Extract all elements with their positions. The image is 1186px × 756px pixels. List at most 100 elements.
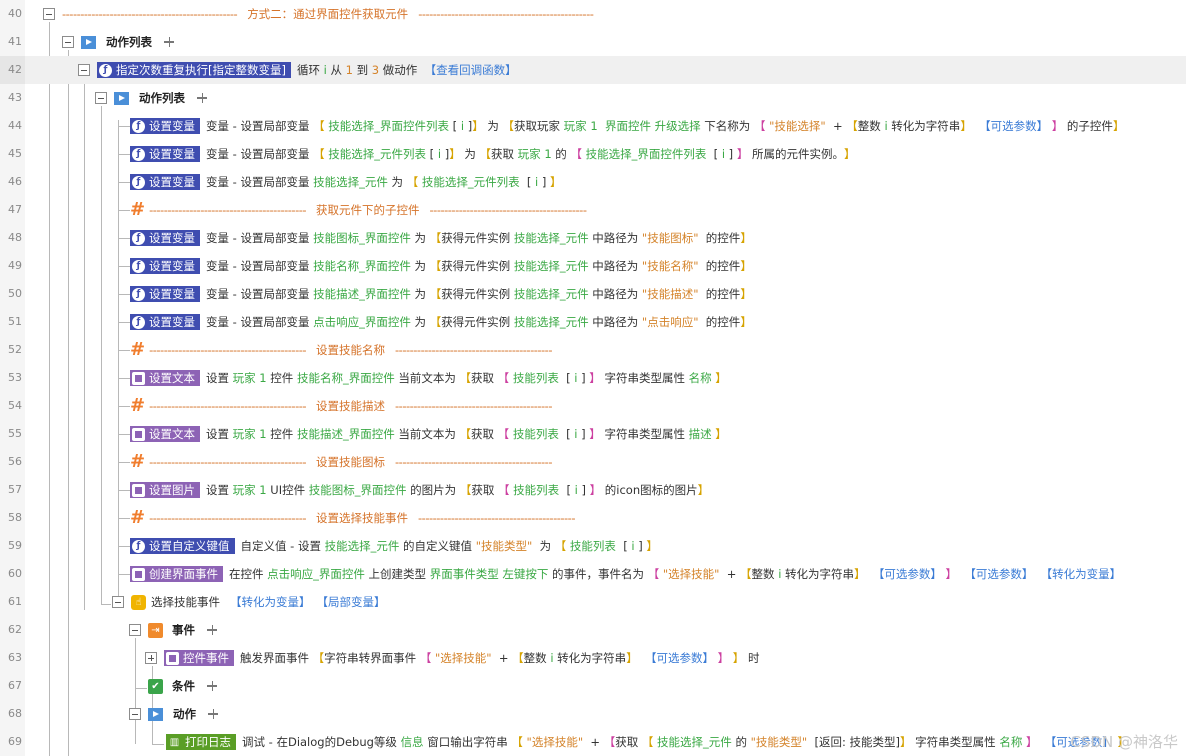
token-bracket: 【 xyxy=(459,483,472,497)
token-keyword: 为 xyxy=(410,231,430,245)
code-row[interactable]: 42 ƒ 指定次数重复执行[指定整数变量] 循环 i 从 1 到 3 做动作 【查看回… xyxy=(0,56,1186,84)
code-row[interactable]: 56 # -------------------------------------… xyxy=(0,448,1186,476)
action-tag[interactable]: 设置文本 xyxy=(130,426,200,442)
add-button[interactable] xyxy=(207,681,217,691)
code-row[interactable]: 44 ƒ 设置变量 变量 - 设置局部变量 【 技能选择_界面控件列表 [ i ]】 … xyxy=(0,112,1186,140)
code-row[interactable]: 40 --------------------------------------… xyxy=(0,0,1186,28)
action-tag[interactable]: ƒ 设置变量 xyxy=(130,174,200,190)
code-row[interactable]: 52 # -------------------------------------… xyxy=(0,336,1186,364)
section-label: 条件 xyxy=(172,679,195,693)
action-tag[interactable]: ▥ 打印日志 xyxy=(166,734,236,750)
action-tag[interactable]: ƒ 设置自定义键值 xyxy=(130,538,235,554)
trigger-editor: 40 --------------------------------------… xyxy=(0,0,1186,756)
token-keyword: 中路径为 xyxy=(588,315,642,329)
add-button[interactable] xyxy=(208,709,218,719)
code-row[interactable]: 69 ▥ 打印日志 调试 - 在Dialog的Debug等级 信息 窗口输出字符串 【… xyxy=(0,728,1186,756)
link-option[interactable]: 【转化为变量】 xyxy=(1033,566,1122,582)
code-row[interactable]: 45 ƒ 设置变量 变量 - 设置局部变量 【 技能选择_元件列表 [ i ]】 为 … xyxy=(0,140,1186,168)
link-option[interactable]: 【查看回调函数】 xyxy=(425,62,517,78)
action-tag[interactable]: ƒ 设置变量 xyxy=(130,258,200,274)
add-button[interactable] xyxy=(197,93,207,103)
action-tag[interactable]: 设置图片 xyxy=(130,482,200,498)
token-keyword: 中路径为 xyxy=(588,231,642,245)
line-number: 62 xyxy=(8,623,22,636)
condition-check-icon: ✔ xyxy=(148,678,163,694)
add-button[interactable] xyxy=(207,625,217,635)
row-content: ƒ 设置变量 变量 - 设置局部变量 技能图标_界面控件 为 【获得元件实例 技能选… xyxy=(130,224,752,252)
code-row[interactable]: 68 动作 xyxy=(0,700,1186,728)
token-variable: 玩家 1 xyxy=(232,427,267,441)
token-variable: 技能图标_界面控件 xyxy=(313,231,411,245)
code-row[interactable]: 67 ✔ 条件 xyxy=(0,672,1186,700)
collapse-toggle[interactable] xyxy=(78,64,90,76)
add-button[interactable] xyxy=(164,37,174,47)
action-tag[interactable]: ƒ 设置变量 xyxy=(130,314,200,330)
token-keyword: 变量 - 设置局部变量 xyxy=(206,231,314,245)
token-keyword: 获取 xyxy=(615,735,642,749)
collapse-toggle[interactable] xyxy=(129,624,141,636)
token-keyword: 为 xyxy=(410,315,430,329)
code-row[interactable]: 60 创建界面事件 在控件 点击响应_界面控件 上创建类型 界面事件类型 左键按下 … xyxy=(0,560,1186,588)
link-option[interactable]: 【转化为变量】 xyxy=(230,594,311,610)
token-variable: 技能选择_界面控件列表 xyxy=(328,119,450,133)
action-tag[interactable]: ƒ 指定次数重复执行[指定整数变量] xyxy=(97,62,291,78)
token-keyword: 到 xyxy=(352,63,372,77)
code-row[interactable]: 47 # -------------------------------------… xyxy=(0,196,1186,224)
token-keyword: [返回: 技能类型] xyxy=(807,735,901,749)
code-row[interactable]: 43 动作列表 xyxy=(0,84,1186,112)
collapse-toggle[interactable] xyxy=(62,36,74,48)
comment-title: 设置技能名称 xyxy=(316,343,386,357)
code-row[interactable]: 62 ⇥ 事件 xyxy=(0,616,1186,644)
collapse-toggle[interactable] xyxy=(43,8,55,20)
section-label: 动作列表 xyxy=(106,35,152,49)
token-keyword: 获得元件实例 xyxy=(441,315,514,329)
link-option[interactable]: 【可选参数】 xyxy=(972,118,1048,134)
token-pink: 】 xyxy=(1048,119,1064,133)
code-row[interactable]: 55 设置文本 设置 玩家 1 控件 技能描述_界面控件 当前文本为 【获取 【 技… xyxy=(0,420,1186,448)
code-row[interactable]: 54 # -------------------------------------… xyxy=(0,392,1186,420)
token-variable: 技能选择_元件 xyxy=(657,735,732,749)
expand-toggle[interactable] xyxy=(145,652,157,664)
line-gutter: 69 xyxy=(0,728,25,756)
action-tag[interactable]: ƒ 设置变量 xyxy=(130,146,200,162)
code-row[interactable]: 41 动作列表 xyxy=(0,28,1186,56)
code-row[interactable]: 58 # -------------------------------------… xyxy=(0,504,1186,532)
collapse-toggle[interactable] xyxy=(112,596,124,608)
code-row[interactable]: 50 ƒ 设置变量 变量 - 设置局部变量 技能描述_界面控件 为 【获得元件实例 技… xyxy=(0,280,1186,308)
token-keyword: 转化为字符串 xyxy=(887,119,961,133)
code-row[interactable]: 61 ☝ 选择技能事件 【转化为变量】 【局部变量】 xyxy=(0,588,1186,616)
comment-dashes: ----------------------------------------… xyxy=(395,455,552,469)
comment-title: 设置技能图标 xyxy=(316,455,386,469)
code-row[interactable]: 59 ƒ 设置自定义键值 自定义值 - 设置 技能选择_元件 的自定义键值 "技能类型… xyxy=(0,532,1186,560)
collapse-toggle[interactable] xyxy=(95,92,107,104)
action-tag[interactable]: 创建界面事件 xyxy=(130,566,223,582)
link-option[interactable]: 【可选参数】 xyxy=(638,650,714,666)
collapse-toggle[interactable] xyxy=(129,708,141,720)
token-keyword: 变量 - 设置局部变量 xyxy=(206,315,314,329)
code-row[interactable]: 57 设置图片 设置 玩家 1 UI控件 技能图标_界面控件 的图片为 【获取 【 … xyxy=(0,476,1186,504)
token-keyword: 触发界面事件 xyxy=(240,651,313,665)
action-tag[interactable]: 设置文本 xyxy=(130,370,200,386)
token-variable: 界面控件 升级选择 xyxy=(604,119,701,133)
token-value: "点击响应" xyxy=(641,315,699,329)
row-content: ƒ 设置变量 变量 - 设置局部变量 技能名称_界面控件 为 【获得元件实例 技能选… xyxy=(130,252,752,280)
action-tag[interactable]: 控件事件 xyxy=(164,650,234,666)
line-gutter: 48 xyxy=(0,224,25,252)
code-row[interactable]: 53 设置文本 设置 玩家 1 控件 技能名称_界面控件 当前文本为 【获取 【 技… xyxy=(0,364,1186,392)
action-tag[interactable]: ƒ 设置变量 xyxy=(130,286,200,302)
action-tag[interactable]: ƒ 设置变量 xyxy=(130,118,200,134)
code-row[interactable]: 48 ƒ 设置变量 变量 - 设置局部变量 技能图标_界面控件 为 【获得元件实例 技… xyxy=(0,224,1186,252)
token-keyword: 获得元件实例 xyxy=(441,287,514,301)
token-keyword: 自定义值 - 设置 xyxy=(240,539,325,553)
action-tag[interactable]: ƒ 设置变量 xyxy=(130,230,200,246)
token-keyword: 在控件 xyxy=(229,567,268,581)
code-row[interactable]: 46 ƒ 设置变量 变量 - 设置局部变量 技能选择_元件 为 【 技能选择_元件列表… xyxy=(0,168,1186,196)
code-row[interactable]: 49 ƒ 设置变量 变量 - 设置局部变量 技能名称_界面控件 为 【获得元件实例 技… xyxy=(0,252,1186,280)
comment-dashes: ----------------------------------------… xyxy=(149,399,307,413)
code-row[interactable]: 63 控件事件 触发界面事件 【字符串转界面事件 【 "选择技能" + 【整数 i … xyxy=(0,644,1186,672)
link-option[interactable]: 【可选参数】 xyxy=(957,566,1033,582)
line-gutter: 49 xyxy=(0,252,25,280)
code-row[interactable]: 51 ƒ 设置变量 变量 - 设置局部变量 点击响应_界面控件 为 【获得元件实例 技… xyxy=(0,308,1186,336)
link-option[interactable]: 【局部变量】 xyxy=(317,594,386,610)
link-option[interactable]: 【可选参数】 xyxy=(866,566,942,582)
